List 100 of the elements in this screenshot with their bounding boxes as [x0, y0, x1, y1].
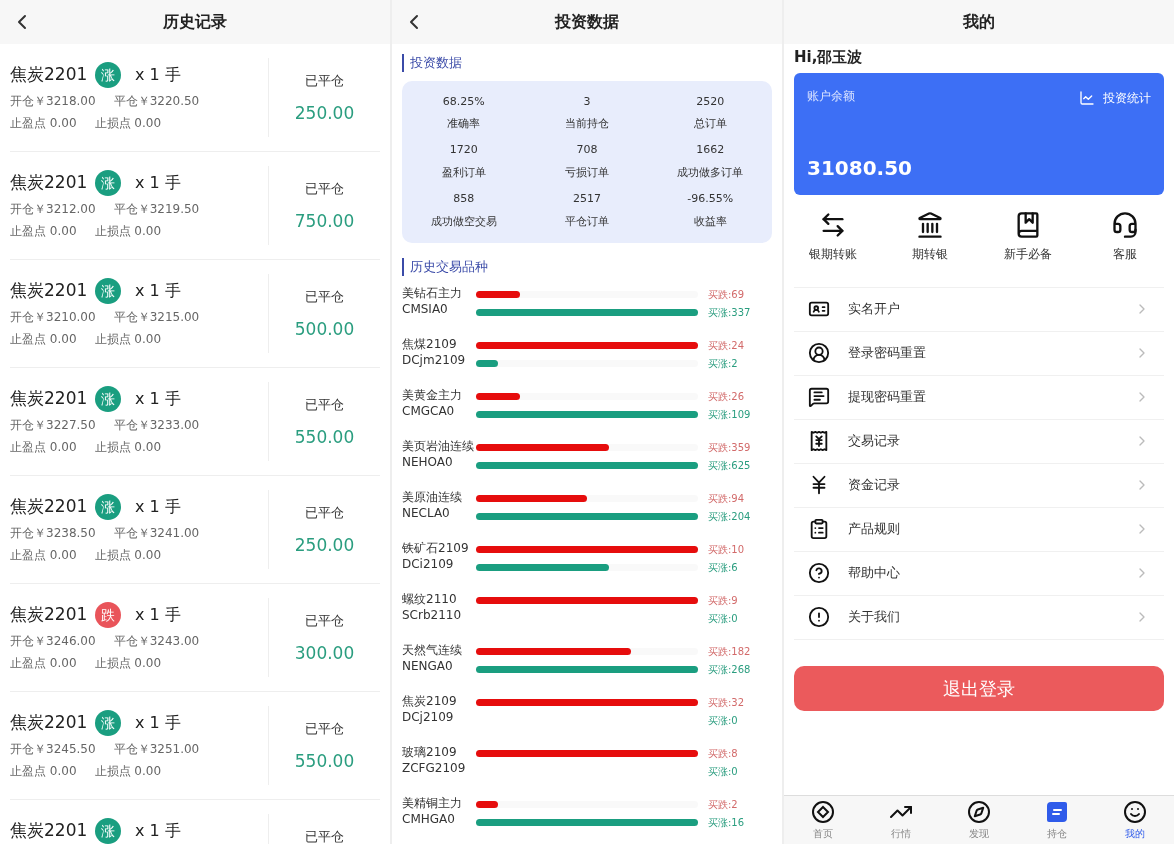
open-price: 开仓￥3246.00 — [10, 633, 96, 650]
user-circle-icon — [808, 342, 830, 364]
take-profit: 止盈点 0.00 — [10, 115, 77, 132]
quantity: x 1 手 — [135, 64, 181, 86]
profit-amount: 500.00 — [294, 317, 355, 341]
bar-label: 买涨:625 — [708, 458, 751, 473]
product-name: 焦炭2201 — [10, 171, 89, 195]
profit-amount: 250.00 — [294, 533, 355, 557]
bar-label: 买跌:182 — [708, 644, 751, 659]
product-name: 美页岩油连续 — [402, 438, 475, 454]
bar-label: 买跌:69 — [708, 287, 745, 302]
greeting: Hi,邵玉波 — [793, 47, 864, 68]
profit-amount: 250.00 — [294, 101, 355, 125]
page-title: 我的 — [963, 11, 995, 33]
section-title: 历史交易品种 — [410, 258, 488, 277]
bar-label: 买跌:32 — [708, 695, 745, 710]
stat-label: 平仓订单 — [565, 213, 609, 230]
shortcut-label[interactable]: 期转银 — [912, 244, 949, 263]
direction-badge: 涨 — [95, 62, 121, 88]
list-icon — [1045, 799, 1069, 824]
clipboard-icon — [808, 518, 830, 540]
product-name: 天然气连续 — [402, 642, 463, 658]
product-code: CMSIA0 — [402, 301, 449, 317]
headset-icon[interactable] — [1111, 210, 1140, 239]
section-title: 投资数据 — [410, 54, 462, 73]
product-code: ZCFG2109 — [402, 760, 467, 776]
product-code: NENGA0 — [402, 658, 454, 674]
status-label: 已平仓 — [305, 180, 344, 198]
chart-icon[interactable] — [1079, 89, 1095, 106]
menu-item[interactable]: 交易记录 — [794, 419, 1164, 464]
profit-amount: 750.00 — [294, 209, 355, 233]
nav-tab[interactable]: 我的 — [1096, 796, 1174, 844]
menu-item[interactable]: 提现密码重置 — [794, 375, 1164, 420]
open-price: 开仓￥3245.50 — [10, 741, 96, 758]
status-label: 已平仓 — [305, 828, 344, 844]
menu-item[interactable]: 关于我们 — [794, 595, 1164, 640]
open-price: 开仓￥3218.00 — [10, 93, 96, 110]
stat-label: 收益率 — [693, 213, 727, 230]
stats-link[interactable]: 投资统计 — [1103, 88, 1151, 107]
product-name: 玻璃2109 — [402, 744, 458, 760]
take-profit: 止盈点 0.00 — [10, 439, 77, 456]
bar-label: 买跌:8 — [708, 746, 738, 761]
nav-tab[interactable]: 发现 — [940, 796, 1018, 844]
take-profit: 止盈点 0.00 — [10, 763, 77, 780]
direction-badge: 涨 — [95, 170, 121, 196]
shortcut-label[interactable]: 新手必备 — [1003, 244, 1052, 263]
product-name: 焦炭2201 — [10, 387, 89, 411]
shortcut-label[interactable]: 银期转账 — [808, 244, 857, 263]
stop-loss: 止损点 0.00 — [94, 331, 162, 348]
stat-value: 708 — [576, 142, 598, 159]
stop-loss: 止损点 0.00 — [94, 547, 162, 564]
shortcut-label[interactable]: 客服 — [1113, 244, 1138, 263]
status-label: 已平仓 — [305, 504, 344, 522]
compass-icon — [967, 799, 991, 824]
bar-label: 买涨:2 — [708, 356, 738, 371]
nav-tab[interactable]: 首页 — [784, 796, 862, 844]
menu-item[interactable]: 产品规则 — [794, 507, 1164, 552]
bar-label: 买跌:359 — [708, 440, 751, 455]
stat-label: 成功做空交易 — [430, 213, 497, 230]
product-code: NEHOA0 — [402, 454, 454, 470]
close-price: 平仓￥3219.50 — [113, 201, 200, 218]
product-code: DCj2109 — [402, 709, 455, 725]
stop-loss: 止损点 0.00 — [94, 115, 162, 132]
product-code: DCjm2109 — [402, 352, 467, 368]
quantity: x 1 手 — [135, 712, 181, 734]
menu-item[interactable]: 登录密码重置 — [794, 331, 1164, 376]
smile-icon — [1123, 799, 1147, 824]
stat-label: 当前持仓 — [565, 116, 609, 133]
product-name: 美精铜主力 — [402, 795, 463, 811]
bar-label: 买跌:10 — [708, 542, 745, 557]
quantity: x 1 手 — [135, 172, 181, 194]
stat-label: 总订单 — [693, 116, 727, 133]
product-name: 焦炭2201 — [10, 819, 89, 843]
take-profit: 止盈点 0.00 — [10, 655, 77, 672]
take-profit: 止盈点 0.00 — [10, 223, 77, 240]
direction-badge: 涨 — [95, 386, 121, 412]
nav-tab[interactable]: 持仓 — [1018, 796, 1096, 844]
menu-item[interactable]: 实名开户 — [794, 287, 1164, 332]
close-price: 平仓￥3220.50 — [113, 93, 200, 110]
stat-label: 成功做多订单 — [677, 165, 744, 181]
bank-icon[interactable] — [916, 210, 945, 239]
page-title: 历史记录 — [163, 11, 227, 33]
direction-badge: 涨 — [95, 278, 121, 304]
nav-tab[interactable]: 行情 — [862, 796, 940, 844]
product-name: 焦炭2201 — [10, 711, 89, 735]
bar-label: 买跌:2 — [708, 797, 738, 812]
stat-label: 亏损订单 — [565, 165, 609, 181]
menu-item[interactable]: 资金记录 — [794, 463, 1164, 508]
bar-label: 买涨:0 — [708, 764, 738, 779]
bar-label: 买涨:0 — [708, 611, 738, 626]
stat-value: 1720 — [449, 142, 478, 159]
menu-item[interactable]: 帮助中心 — [794, 551, 1164, 596]
take-profit: 止盈点 0.00 — [10, 547, 77, 564]
info-icon — [808, 606, 830, 628]
stat-label: 盈利订单 — [441, 165, 486, 181]
status-label: 已平仓 — [305, 396, 344, 414]
stat-value: 3 — [583, 93, 591, 110]
product-name: 美黄金主力 — [402, 387, 463, 403]
product-name: 美钻石主力 — [402, 285, 463, 301]
page-title: 投资数据 — [555, 11, 619, 33]
